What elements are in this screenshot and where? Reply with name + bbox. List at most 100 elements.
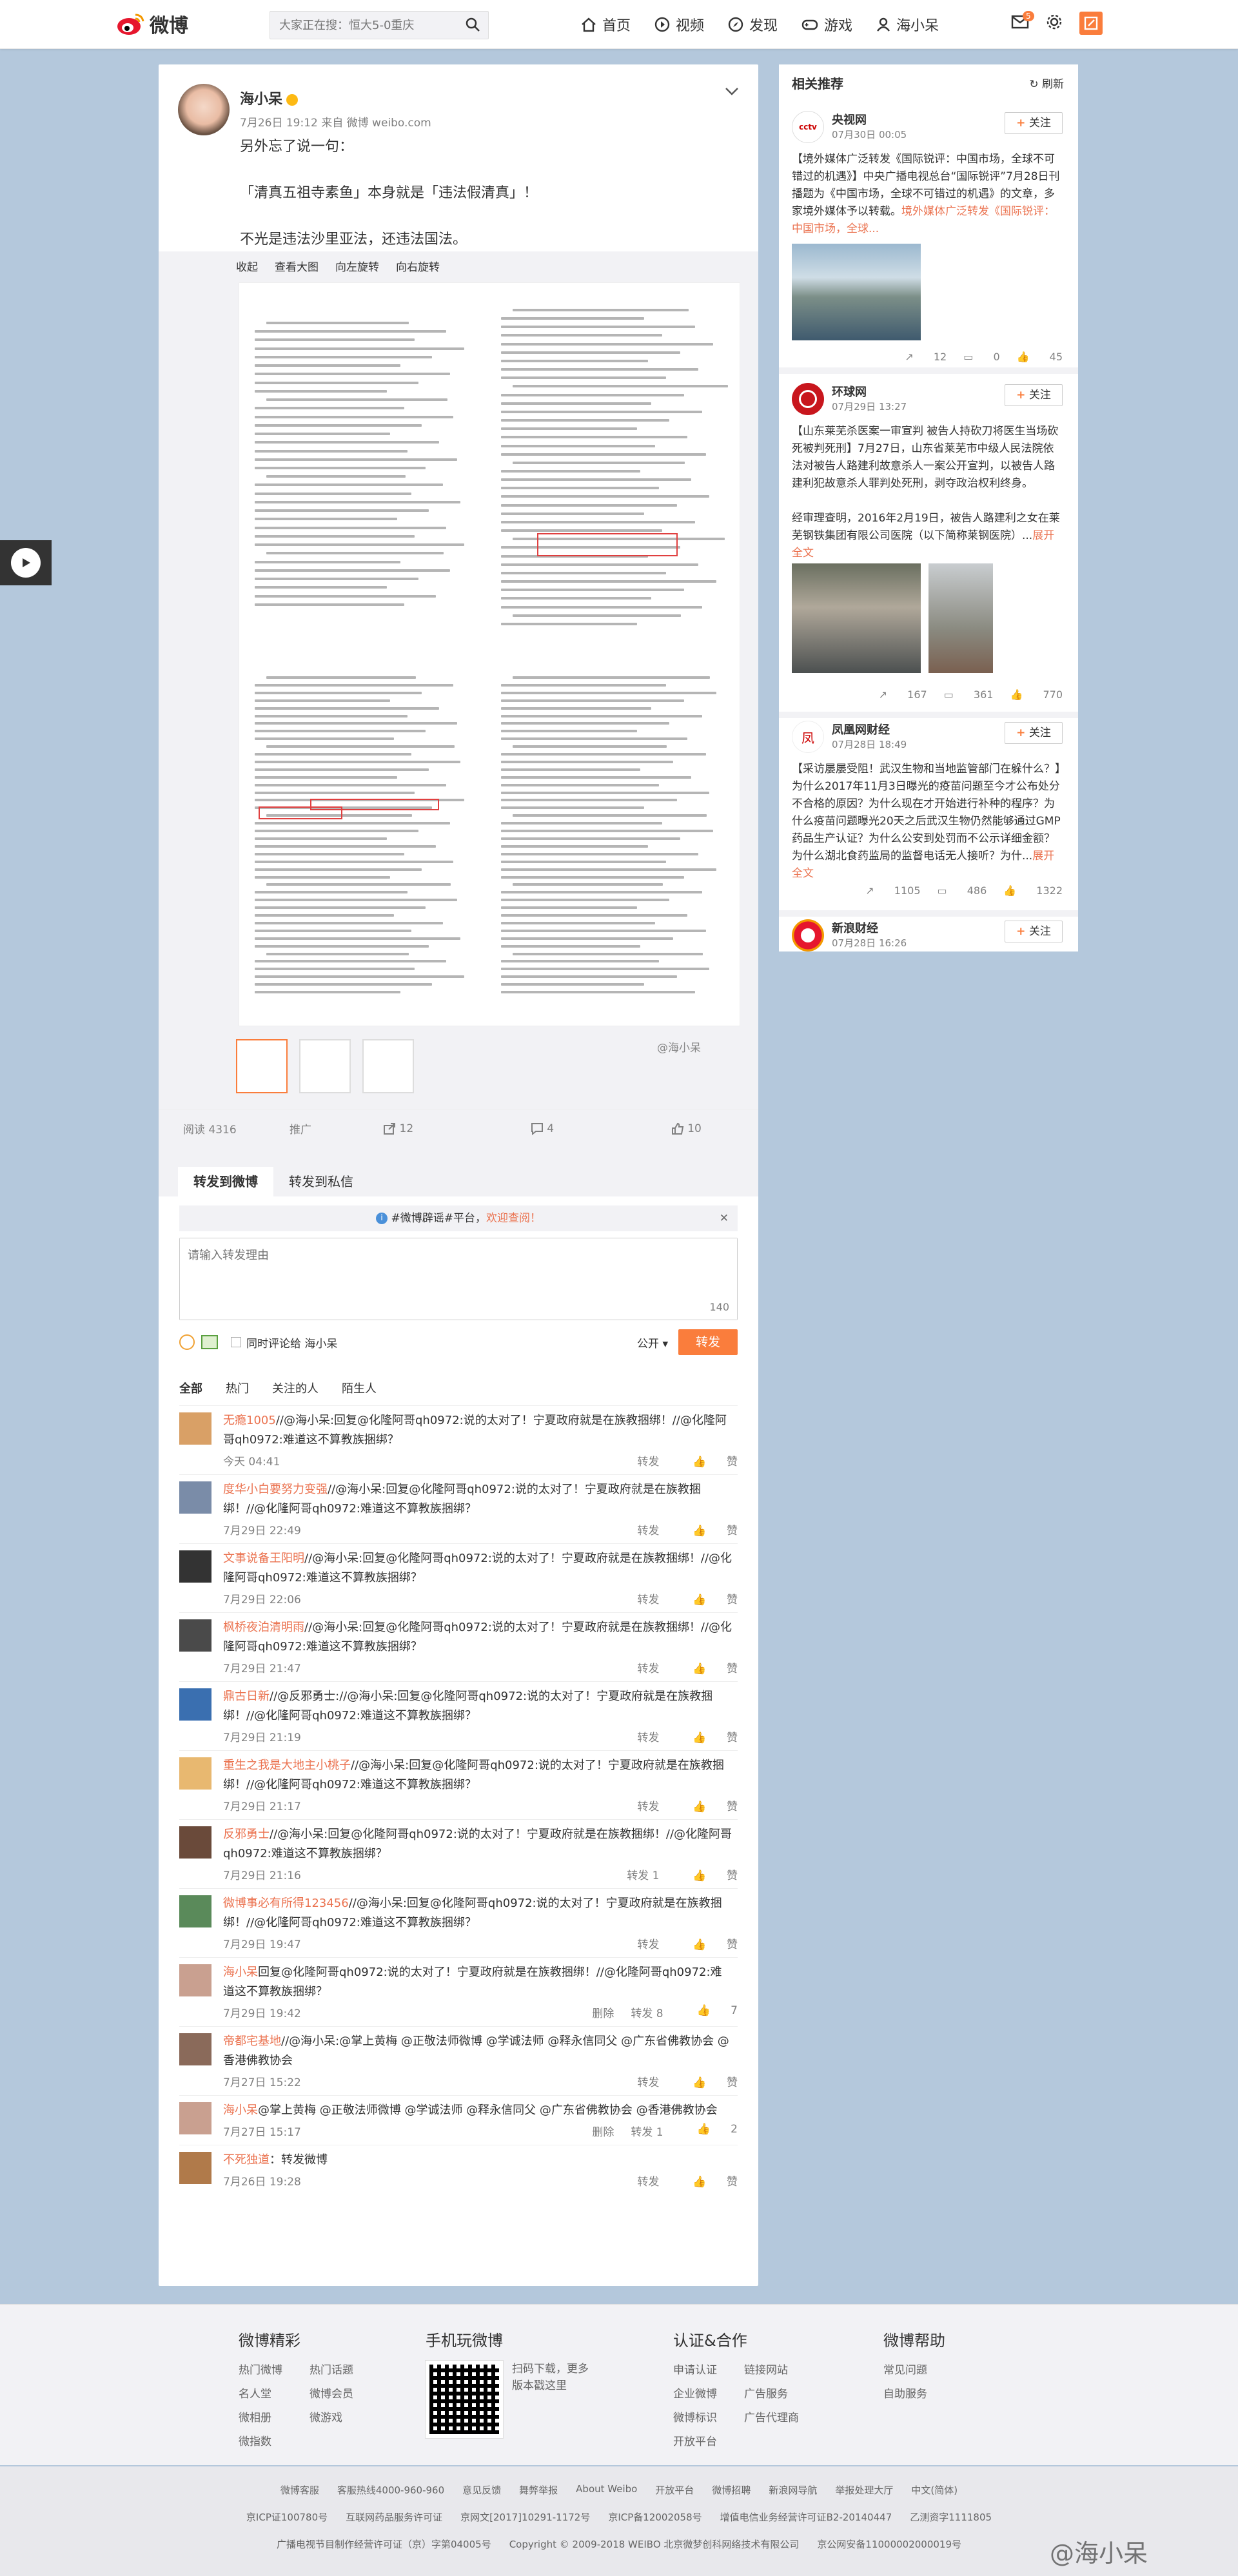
commenter-avatar[interactable] (179, 1688, 211, 1721)
rec-image[interactable] (792, 244, 921, 340)
nav-discover[interactable]: 发现 (727, 14, 778, 35)
commenter-name[interactable]: 枫桥夜泊清明雨 (223, 1621, 304, 1634)
legal-link[interactable]: 新浪网导航 (769, 2483, 817, 2497)
tip-link[interactable]: 欢迎查阅！ (486, 1212, 541, 1225)
commenter-name[interactable]: 度华小白要努力变强 (223, 1483, 328, 1496)
footer-link[interactable]: 微博会员 (310, 2385, 380, 2401)
filter-following[interactable]: 关注的人 (272, 1380, 319, 1396)
rec-like[interactable]: 👍 45 (1017, 351, 1063, 363)
item-like-button[interactable]: 👍 7 (680, 2004, 738, 2020)
rec-image[interactable] (792, 563, 921, 673)
rec-like[interactable]: 👍 1322 (1003, 884, 1063, 897)
rec-comment[interactable]: ▭ 361 (944, 688, 994, 701)
ifeng-avatar[interactable]: 凤 (792, 721, 824, 753)
image-icon[interactable] (201, 1335, 218, 1349)
rec-like[interactable]: 👍 770 (1010, 688, 1063, 701)
commenter-name[interactable]: 帝都宅基地 (223, 2034, 281, 2048)
commenter-name[interactable]: 海小呆 (223, 1966, 258, 1979)
legal-link[interactable]: 微博客服 (280, 2483, 319, 2497)
author-avatar[interactable] (178, 84, 230, 135)
comment-button[interactable]: 4 (470, 1122, 614, 1135)
filter-hot[interactable]: 热门 (226, 1380, 249, 1396)
view-large-button[interactable]: 查看大图 (275, 258, 319, 274)
footer-link[interactable]: 微指数 (239, 2432, 310, 2448)
item-like-button[interactable]: 👍 赞 (676, 1935, 738, 1951)
footer-link[interactable]: 微博标识 (673, 2408, 744, 2425)
commenter-name[interactable]: 鼎古日新 (223, 1690, 270, 1703)
author-name[interactable]: 海小呆 (240, 88, 299, 108)
search-box[interactable] (270, 11, 489, 39)
legal-link[interactable]: 增值电信业务经营许可证B2-20140447 (720, 2510, 892, 2524)
commenter-avatar[interactable] (179, 1412, 211, 1445)
item-repost-button[interactable]: 转发 (637, 2172, 659, 2189)
rec-repost[interactable]: ↗ 12 (905, 351, 947, 363)
search-icon[interactable] (465, 17, 480, 35)
item-like-button[interactable]: 👍 赞 (676, 1797, 738, 1813)
huanqiu-avatar[interactable] (792, 383, 824, 415)
rec-name[interactable]: 凤凰网财经 (832, 721, 890, 737)
footer-link[interactable]: 热门话题 (310, 2361, 380, 2377)
commenter-name[interactable]: 不死独道 (223, 2153, 270, 2167)
thumbnail-2[interactable] (299, 1039, 351, 1093)
follow-button[interactable]: + 关注 (1005, 112, 1063, 134)
item-repost-button[interactable]: 转发 8 (631, 2004, 663, 2020)
item-like-button[interactable]: 👍 赞 (676, 1590, 738, 1606)
footer-link[interactable]: 链接网站 (744, 2361, 815, 2377)
legal-link[interactable]: 客服热线4000-960-960 (337, 2483, 444, 2497)
footer-link[interactable]: 开放平台 (673, 2432, 744, 2448)
delete-button[interactable]: 删除 (592, 2004, 614, 2020)
legal-link[interactable]: 京网文[2017]10291-1172号 (460, 2510, 590, 2524)
sina-finance-avatar[interactable] (792, 919, 824, 951)
item-like-button[interactable]: 👍 赞 (676, 2073, 738, 2089)
commenter-avatar[interactable] (179, 1895, 211, 1927)
legal-link[interactable]: 中文(简体) (911, 2483, 958, 2497)
delete-button[interactable]: 删除 (592, 2123, 614, 2139)
commenter-avatar[interactable] (179, 1550, 211, 1583)
repost-button[interactable]: 12 (326, 1122, 470, 1135)
close-icon[interactable]: ✕ (720, 1205, 729, 1231)
legal-link[interactable]: Copyright © 2009-2018 WEIBO 北京微梦创科网络技术有限… (509, 2537, 800, 2551)
item-repost-button[interactable]: 转发 (637, 1659, 659, 1675)
refresh-button[interactable]: ↻ 刷新 (1029, 75, 1064, 91)
commenter-avatar[interactable] (179, 2033, 211, 2065)
messages-button[interactable]: 5 (1011, 10, 1034, 32)
commenter-name[interactable]: 文事说备王阳明 (223, 1552, 304, 1565)
footer-link[interactable]: 热门微博 (239, 2361, 310, 2377)
document-image[interactable]: @海小呆 (239, 282, 740, 1055)
follow-button[interactable]: + 关注 (1005, 384, 1063, 406)
nav-game[interactable]: 游戏 (801, 14, 852, 35)
item-repost-button[interactable]: 转发 (637, 1728, 659, 1744)
rec-name[interactable]: 新浪财经 (832, 919, 878, 936)
item-repost-button[interactable]: 转发 (637, 2073, 659, 2089)
item-like-button[interactable]: 👍 赞 (676, 1452, 738, 1469)
item-like-button[interactable]: 👍 赞 (676, 1728, 738, 1744)
item-repost-button[interactable]: 转发 (637, 1797, 659, 1813)
item-like-button[interactable]: 👍 赞 (676, 1866, 738, 1882)
repost-submit-button[interactable]: 转发 (678, 1329, 738, 1355)
commenter-name[interactable]: 海小呆 (223, 2103, 258, 2117)
item-repost-button[interactable]: 转发 1 (631, 2123, 663, 2139)
rec-image[interactable] (928, 563, 993, 673)
collapse-button[interactable]: 收起 (236, 258, 258, 274)
footer-link[interactable]: 微游戏 (310, 2408, 380, 2425)
visibility-select[interactable]: 公开 ▾ (637, 1334, 668, 1351)
commenter-name[interactable]: 重生之我是大地主小桃子 (223, 1759, 351, 1772)
item-like-button[interactable]: 👍 赞 (676, 2172, 738, 2189)
qr-desc[interactable]: 扫码下载，更多版本戳这里 (512, 2361, 589, 2438)
commenter-avatar[interactable] (179, 1757, 211, 1790)
item-repost-button[interactable]: 转发 (637, 1452, 659, 1469)
thumbnail-1[interactable] (236, 1039, 288, 1093)
footer-link[interactable]: 微相册 (239, 2408, 310, 2425)
commenter-name[interactable]: 反邪勇士 (223, 1828, 270, 1841)
commenter-avatar[interactable] (179, 1826, 211, 1859)
item-repost-button[interactable]: 转发 (637, 1521, 659, 1537)
legal-link[interactable]: 开放平台 (655, 2483, 694, 2497)
emoji-icon[interactable] (179, 1334, 195, 1350)
tab-repost-private[interactable]: 转发到私信 (273, 1167, 369, 1196)
commenter-avatar[interactable] (179, 1619, 211, 1652)
post-menu-button[interactable] (725, 84, 739, 99)
rec-name[interactable]: 环球网 (832, 383, 867, 400)
item-repost-button[interactable]: 转发 (637, 1935, 659, 1951)
nav-profile[interactable]: 海小呆 (876, 14, 939, 35)
legal-link[interactable]: 京ICP备12002058号 (608, 2510, 702, 2524)
